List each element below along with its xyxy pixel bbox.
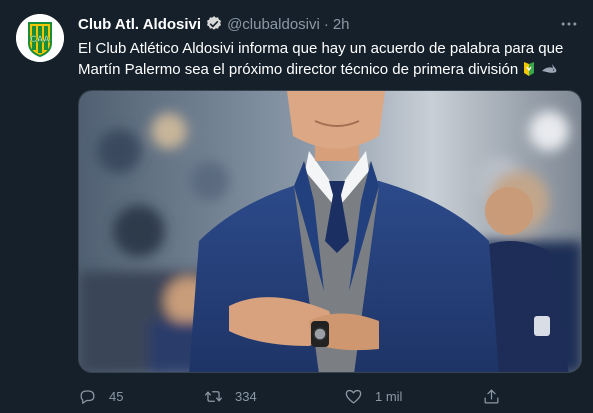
tweet-photo[interactable] [78, 90, 582, 373]
like-button[interactable]: 1 mil [344, 384, 402, 408]
timestamp[interactable]: 2h [333, 16, 350, 33]
display-name[interactable]: Club Atl. Aldosivi [78, 16, 201, 33]
tweet-card[interactable]: CAA Club Atl. Aldosivi @clubaldosivi · 2… [0, 0, 593, 413]
more-icon[interactable] [559, 14, 579, 34]
profile-avatar[interactable]: CAA [16, 14, 64, 62]
tweet-text-line-1: El Club Atlético Aldosivi informa que ha… [78, 40, 564, 57]
reply-button[interactable]: 45 [78, 384, 123, 408]
verified-badge-icon [207, 16, 222, 30]
retweet-icon [204, 390, 223, 402]
photo-man-in-suit [79, 91, 581, 372]
club-crest-logo: CAA [16, 14, 64, 62]
retweet-count: 334 [235, 388, 257, 404]
yellow-green-badge-emoji [524, 62, 535, 76]
handle[interactable]: @clubaldosivi [227, 16, 320, 33]
share-button[interactable] [482, 384, 501, 408]
tweet-text: El Club Atlético Aldosivi informa que ha… [78, 38, 578, 80]
tweet-header: Club Atl. Aldosivi @clubaldosivi · 2h [78, 14, 350, 34]
meta-separator: · [323, 15, 329, 33]
tweet-actions: 45 334 1 mil [78, 384, 518, 408]
shark-emoji [542, 64, 557, 73]
reply-icon [80, 389, 95, 404]
like-count: 1 mil [375, 388, 403, 404]
tweet-text-line-2: Martín Palermo sea el próximo director t… [78, 61, 519, 78]
share-icon [484, 389, 499, 403]
tweet-text-line-2-wrap: Martín Palermo sea el próximo director t… [78, 59, 578, 80]
like-icon [345, 389, 362, 403]
club-crest-lettering: CAA [30, 34, 50, 44]
retweet-button[interactable]: 334 [204, 384, 257, 408]
reply-count: 45 [109, 388, 124, 404]
